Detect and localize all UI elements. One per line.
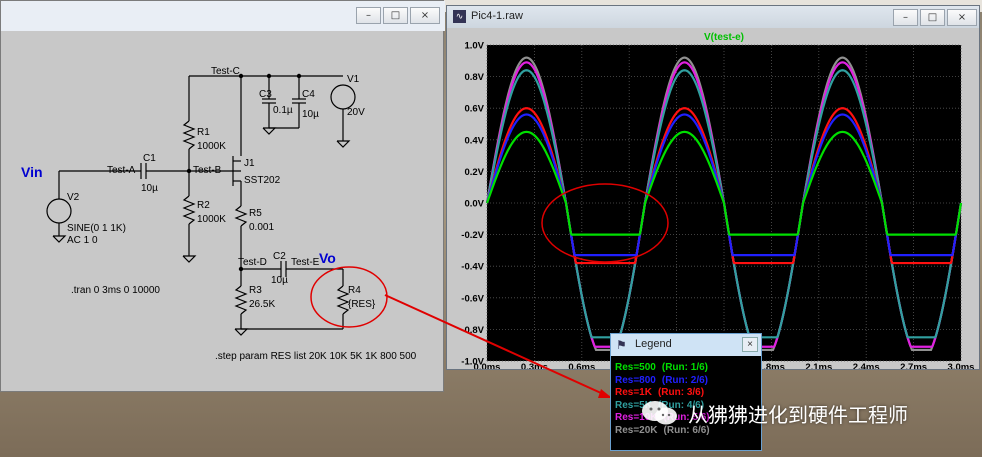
r2-value: 1000K bbox=[197, 214, 226, 225]
schematic-window[interactable]: – □ × Vin Vo Test-A Test-B Test-C Test-D… bbox=[0, 0, 445, 392]
y-tick-label: -0.8V bbox=[461, 325, 484, 336]
minimize-button[interactable]: – bbox=[893, 9, 918, 26]
y-tick-label: -0.4V bbox=[461, 262, 484, 273]
schematic-titlebar[interactable]: – □ × bbox=[1, 1, 445, 31]
waveform-plot[interactable]: 1.0V 0.8V 0.6V 0.4V 0.2V 0.0V -0.2V -0.4V -0.6V -… bbox=[447, 28, 979, 369]
c2-name: C2 bbox=[273, 251, 286, 262]
v2-value: SINE(0 1 1K) bbox=[67, 223, 126, 234]
close-button[interactable]: × bbox=[947, 9, 977, 26]
v2-ac: AC 1 0 bbox=[67, 235, 98, 246]
y-tick-label: 0.0V bbox=[464, 199, 484, 210]
r5-name: R5 bbox=[249, 208, 262, 219]
r4-value: {RES} bbox=[348, 299, 376, 310]
wechat-icon bbox=[640, 398, 680, 428]
y-tick-label: 0.4V bbox=[464, 135, 484, 146]
r1-value: 1000K bbox=[197, 141, 226, 152]
schematic-canvas[interactable]: Vin Vo Test-A Test-B Test-C Test-D Test-… bbox=[1, 31, 444, 392]
maximize-button[interactable]: □ bbox=[383, 7, 408, 24]
minimize-button[interactable]: – bbox=[356, 7, 381, 24]
r3-name: R3 bbox=[249, 285, 262, 296]
legend-row-run: (Run: 1/6) bbox=[661, 362, 708, 373]
c3-name: C3 bbox=[259, 89, 272, 100]
close-button[interactable]: × bbox=[410, 7, 440, 24]
legend-row-label: Res=500 bbox=[615, 362, 656, 373]
watermark: 从狒狒进化到硬件工程师 bbox=[640, 398, 908, 428]
legend-row[interactable]: Res=800 (Run: 2/6) bbox=[615, 375, 710, 388]
legend-title: Legend bbox=[635, 338, 672, 350]
trace-title: V(test-e) bbox=[704, 32, 744, 43]
j1-value: SST202 bbox=[244, 175, 281, 186]
x-tick-label: 0.6ms bbox=[568, 362, 595, 369]
waveform-app-icon: ∿ bbox=[453, 10, 466, 23]
x-tick-label: 2.4ms bbox=[853, 362, 880, 369]
c3-value: 0.1µ bbox=[273, 105, 293, 116]
node-label-vin: Vin bbox=[21, 164, 43, 180]
legend-close-button[interactable]: × bbox=[742, 337, 758, 352]
waveform-window[interactable]: ∿ Pic4-1.raw – □ × 1.0V 0.8V 0.6V 0.4V 0.2V 0… bbox=[446, 5, 980, 370]
v2-name: V2 bbox=[67, 192, 80, 203]
legend-row-label: Res=800 bbox=[615, 374, 656, 386]
node-label-test-b: Test-B bbox=[193, 165, 222, 176]
x-tick-label: 3.0ms bbox=[948, 362, 975, 369]
legend-row-run: (Run: 3/6) bbox=[657, 387, 705, 399]
legend-window[interactable]: ⚑ Legend × Res=500 (Run: 1/6) Res=800 (Run:… bbox=[610, 333, 762, 451]
y-tick-label: 1.0V bbox=[464, 41, 484, 52]
node-label-test-e: Test-E bbox=[291, 257, 320, 268]
y-tick-label: 0.8V bbox=[464, 72, 484, 83]
node-label-test-d: Test-D bbox=[238, 257, 267, 268]
v1-name: V1 bbox=[347, 74, 360, 85]
j1-name: J1 bbox=[244, 158, 255, 169]
r5-value: 0.001 bbox=[249, 222, 274, 233]
r3-value: 26.5K bbox=[249, 299, 275, 310]
r2-name: R2 bbox=[197, 200, 210, 211]
legend-row[interactable]: Res=500 (Run: 1/6) bbox=[615, 362, 710, 375]
y-tick-label: -0.2V bbox=[461, 230, 484, 241]
legend-row-run: (Run: 2/6) bbox=[661, 374, 708, 386]
node-label-vo: Vo bbox=[319, 250, 336, 266]
c4-value: 10µ bbox=[302, 109, 319, 120]
x-tick-label: 0.3ms bbox=[521, 362, 548, 369]
c4-name: C4 bbox=[302, 89, 315, 100]
waveform-window-title: Pic4-1.raw bbox=[471, 10, 523, 22]
legend-icon: ⚑ bbox=[616, 338, 627, 352]
legend-row-label: Res=1K bbox=[615, 387, 652, 399]
y-tick-label: -0.6V bbox=[461, 293, 484, 304]
c1-name: C1 bbox=[143, 153, 156, 164]
c2-value: 10µ bbox=[271, 275, 288, 286]
maximize-button[interactable]: □ bbox=[920, 9, 945, 26]
y-tick-label: 0.2V bbox=[464, 167, 484, 178]
x-tick-label: 2.7ms bbox=[900, 362, 927, 369]
waveform-titlebar[interactable]: ∿ Pic4-1.raw – □ × bbox=[447, 6, 979, 28]
y-tick-label: 0.6V bbox=[464, 104, 484, 115]
legend-titlebar[interactable]: ⚑ Legend × bbox=[611, 334, 761, 356]
r1-name: R1 bbox=[197, 127, 210, 138]
x-tick-label: 2.1ms bbox=[805, 362, 832, 369]
node-label-test-c: Test-C bbox=[211, 66, 240, 77]
r4-name: R4 bbox=[348, 285, 361, 296]
v1-value: 20V bbox=[347, 107, 365, 118]
x-tick-label: 0.0ms bbox=[474, 362, 501, 369]
c1-value: 10µ bbox=[141, 183, 158, 194]
step-directive: .step param RES list 20K 10K 5K 1K 800 5… bbox=[215, 351, 417, 362]
node-label-test-a: Test-A bbox=[107, 165, 136, 176]
tran-directive: .tran 0 3ms 0 10000 bbox=[71, 285, 160, 296]
watermark-text: 从狒狒进化到硬件工程师 bbox=[688, 402, 908, 427]
